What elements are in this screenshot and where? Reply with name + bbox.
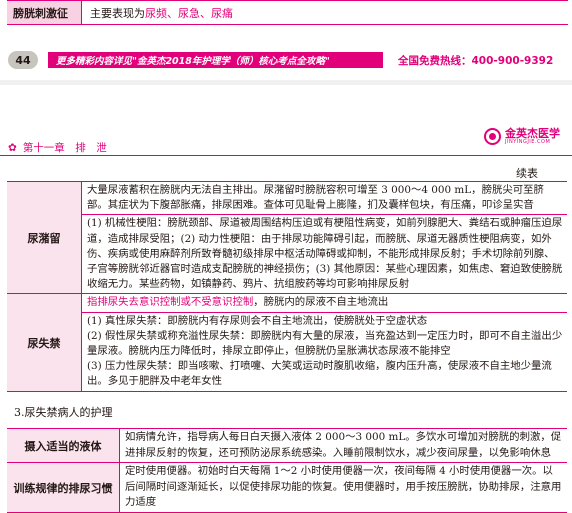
care-table: 摄入适当的液体 如病情允许，指导病人每日白天摄入液体 2 000～3 000 m…	[7, 428, 567, 513]
brand-logo: 金英杰医学 JINYINGJIE.COM	[484, 128, 560, 145]
table-cell-types: (1) 真性尿失禁：即膀胱内有存尿则会不自主地流出，使膀胱处于空虚状态 (2) …	[82, 311, 567, 391]
table-cell: 如病情允许，指导病人每日白天摄入液体 2 000～3 000 mL。多饮水可增加…	[125, 431, 562, 459]
logo-name: 金英杰医学	[505, 127, 560, 140]
table-cell-definition: 指排尿失去意识控制或不受意识控制，膀胱内的尿液不自主地流出	[82, 294, 567, 311]
row-label: 训练规律的排尿习惯	[7, 463, 119, 512]
chapter-header: ✿ 第十一章 排 泄	[8, 140, 107, 155]
page-number: 44	[8, 51, 38, 69]
table-row-urinary-retention: 尿潴留 大量尿液蓄积在膀胱内无法自主排出。尿潴留时膀胱容积可增至 3 000～4…	[7, 182, 567, 294]
table-row-voiding-habit: 训练规律的排尿习惯 定时使用便器。初始时白天每隔 1～2 小时使用便器一次，夜间…	[7, 462, 567, 512]
definition-rest: ，膀胱内的尿液不自主地流出	[253, 296, 389, 309]
table-cell: 定时使用便器。初始时白天每隔 1～2 小时使用便器一次，夜间每隔 4 小时使用便…	[125, 465, 562, 509]
table-cell: (1) 机械性梗阻：膀胱颈部、尿道被周围结构压迫或有梗阻性病变，如前列腺肥大、粪…	[82, 214, 567, 293]
promo-banner: 更多精彩内容详见"金英杰2018年护理学（师）核心考点全攻略"	[48, 52, 383, 68]
row-cells: 如病情允许，指导病人每日白天摄入液体 2 000～3 000 mL。多饮水可增加…	[119, 429, 567, 463]
flower-icon: ✿	[8, 141, 17, 154]
definition-highlight: 指排尿失去意识控制或不受意识控制	[87, 296, 254, 309]
row-cells: 定时使用便器。初始时白天每隔 1～2 小时使用便器一次，夜间每隔 4 小时使用便…	[119, 463, 567, 512]
row-label: 尿失禁	[7, 294, 81, 391]
page-gap-divider	[0, 80, 572, 85]
table-row-fluid-intake: 摄入适当的液体 如病情允许，指导病人每日白天摄入液体 2 000～3 000 m…	[7, 429, 567, 463]
table-cell: 大量尿液蓄积在膀胱内无法自主排出。尿潴留时膀胱容积可增至 3 000～4 000…	[87, 184, 544, 212]
row-cells: 指排尿失去意识控制或不受意识控制，膀胱内的尿液不自主地流出 (1) 真性尿失禁：…	[81, 294, 567, 391]
hotline-text: 全国免费热线：400-900-9392	[398, 55, 554, 67]
row-value-bladder-irritation: 主要表现为 尿频、尿急、尿痛	[81, 1, 568, 24]
section-title: 3.尿失禁病人的护理	[14, 406, 113, 419]
symptoms-highlight: 尿频、尿急、尿痛	[145, 6, 233, 20]
chapter-rule	[0, 155, 572, 156]
row-label: 尿潴留	[7, 182, 81, 294]
row-cells: 大量尿液蓄积在膀胱内无法自主排出。尿潴留时膀胱容积可增至 3 000～4 000…	[81, 182, 567, 294]
table-row-incontinence: 尿失禁 指排尿失去意识控制或不受意识控制，膀胱内的尿液不自主地流出 (1) 真性…	[7, 293, 567, 391]
row-label-bladder-irritation: 膀胱刺激征	[7, 1, 81, 24]
continued-label: 续表	[516, 167, 538, 180]
row-label: 摄入适当的液体	[7, 429, 119, 463]
chapter-title: 第十一章 排 泄	[22, 142, 107, 154]
previous-table-fragment: 膀胱刺激征 主要表现为 尿频、尿急、尿痛	[7, 0, 568, 25]
logo-icon	[484, 128, 501, 145]
value-prefix: 主要表现为	[90, 6, 145, 20]
main-table: 尿潴留 大量尿液蓄积在膀胱内无法自主排出。尿潴留时膀胱容积可增至 3 000～4…	[7, 181, 567, 392]
